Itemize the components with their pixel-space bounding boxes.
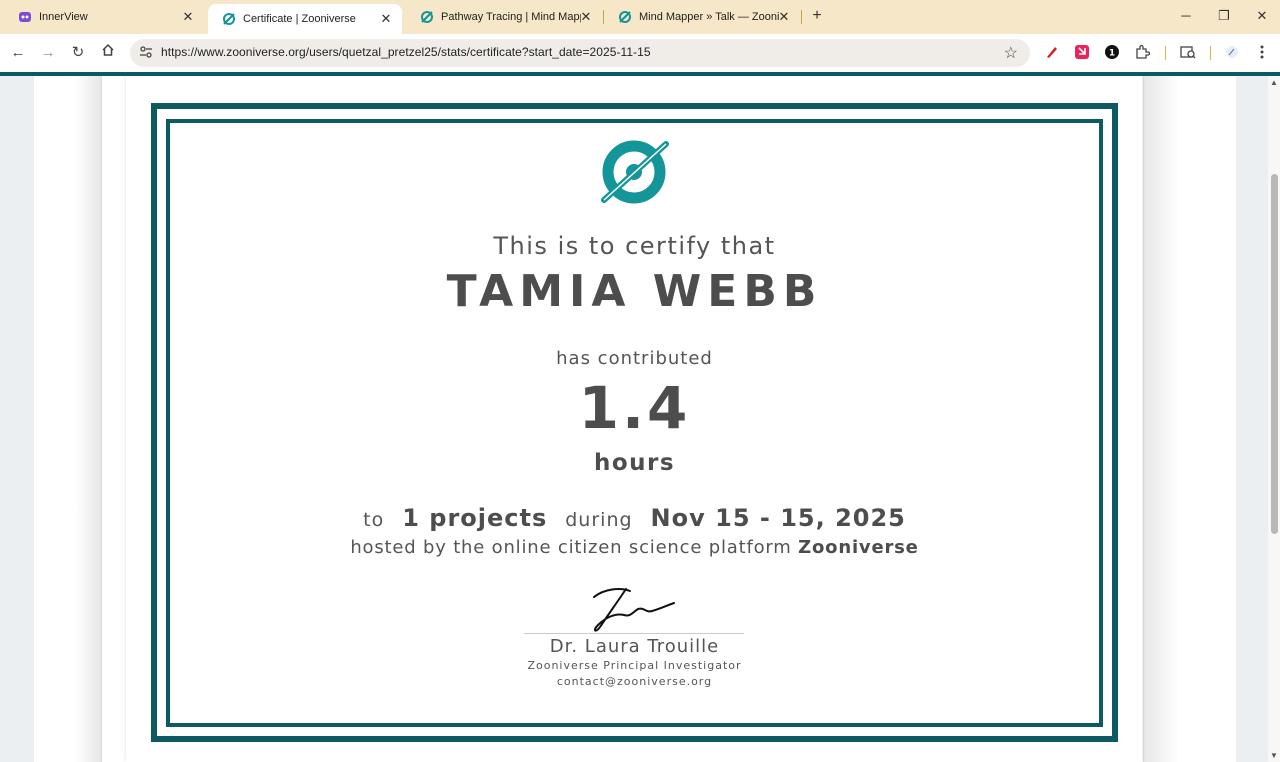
to-text: to <box>363 509 385 531</box>
page-margin-right <box>1142 76 1236 762</box>
minimize-icon[interactable]: ─ <box>1176 7 1196 25</box>
during-text: during <box>565 509 633 531</box>
toolbar-divider <box>1210 46 1211 60</box>
recipient-name: TAMIA WEBB <box>446 266 823 317</box>
extension-badge-count: 1 <box>1109 49 1115 59</box>
close-icon[interactable]: ✕ <box>378 11 394 27</box>
zooniverse-icon <box>222 12 236 26</box>
certify-text: This is to certify that <box>493 232 776 260</box>
address-bar[interactable]: https://www.zooniverse.org/users/quetzal… <box>130 39 1030 67</box>
date-range: Nov 15 - 15, 2025 <box>650 504 906 532</box>
restore-icon[interactable]: ❐ <box>1214 7 1234 25</box>
close-window-icon[interactable]: ✕ <box>1252 7 1272 25</box>
reload-icon[interactable]: ↻ <box>68 43 88 63</box>
scroll-down-arrow-icon[interactable]: ▼ <box>1270 751 1278 760</box>
pen-extension-icon[interactable] <box>1043 43 1061 61</box>
profile-avatar-icon[interactable] <box>1223 43 1241 61</box>
close-icon[interactable]: ✕ <box>578 9 594 25</box>
projects-count: 1 projects <box>402 504 548 532</box>
bookmark-star-icon[interactable]: ☆ <box>1004 43 1018 63</box>
home-icon[interactable] <box>98 43 118 63</box>
signer-role: Zooniverse Principal Investigator <box>527 659 742 672</box>
back-icon[interactable]: ← <box>8 43 28 63</box>
scrollbar-thumb[interactable] <box>1271 174 1278 534</box>
site-settings-icon[interactable] <box>138 45 154 61</box>
vertical-scrollbar[interactable]: ▲ ▼ <box>1268 76 1280 762</box>
tab-label: Mind Mapper » Talk — Zooniverse <box>639 11 779 23</box>
page-margin-left <box>34 76 102 762</box>
browser-toolbar: ← → ↻ https://www.zooniverse.org/users/q… <box>0 34 1280 72</box>
signature-image <box>593 588 675 632</box>
tab-label: Certificate | Zooniverse <box>243 13 356 25</box>
tab-pathway-tracing[interactable]: Pathway Tracing | Mind Mapper ✕ <box>406 4 602 30</box>
page-viewport: This is to certify that TAMIA WEBB has c… <box>0 76 1268 762</box>
tab-certificate[interactable]: Certificate | Zooniverse ✕ <box>208 4 402 34</box>
close-icon[interactable]: ✕ <box>180 9 196 25</box>
projects-line: to 1 projects during Nov 15 - 15, 2025 <box>166 504 1103 532</box>
tab-label: InnerView <box>39 11 88 23</box>
search-tab-icon[interactable] <box>1179 43 1197 61</box>
signer-email: contact@zooniverse.org <box>556 675 713 688</box>
hours-value: 1.4 <box>578 374 691 442</box>
zooniverse-icon <box>618 10 632 24</box>
toolbar-divider <box>1165 46 1166 60</box>
contributed-text: has contributed <box>556 348 713 369</box>
menu-kebab-icon[interactable] <box>1253 43 1271 61</box>
hosted-text: hosted by the online citizen science pla… <box>350 537 792 558</box>
tab-divider <box>801 10 802 24</box>
hosted-line: hosted by the online citizen science pla… <box>166 537 1103 558</box>
new-tab-button[interactable]: + <box>808 7 826 25</box>
innerview-icon <box>18 10 32 24</box>
extensions-puzzle-icon[interactable] <box>1133 43 1151 61</box>
tab-innerview[interactable]: InnerView ✕ <box>4 4 204 30</box>
forward-icon[interactable]: → <box>38 43 58 63</box>
url-text: https://www.zooniverse.org/users/quetzal… <box>161 45 651 59</box>
tab-label: Pathway Tracing | Mind Mapper <box>441 11 581 23</box>
platform-name: Zooniverse <box>798 537 919 558</box>
tab-talk[interactable]: Mind Mapper » Talk — Zooniverse ✕ <box>604 4 800 30</box>
zooniverse-icon <box>420 10 434 24</box>
bookmark-extension-icon[interactable] <box>1073 43 1091 61</box>
hours-unit: hours <box>593 450 676 476</box>
zooniverse-logo-icon <box>601 140 669 204</box>
extension-badge-icon[interactable]: 1 <box>1103 43 1121 61</box>
tab-strip: InnerView ✕ Certificate | Zooniverse ✕ P… <box>0 0 1280 34</box>
signer-name: Dr. Laura Trouille <box>549 636 720 657</box>
close-icon[interactable]: ✕ <box>776 9 792 25</box>
signature-line <box>524 633 744 634</box>
scroll-up-arrow-icon[interactable]: ▲ <box>1270 78 1278 87</box>
